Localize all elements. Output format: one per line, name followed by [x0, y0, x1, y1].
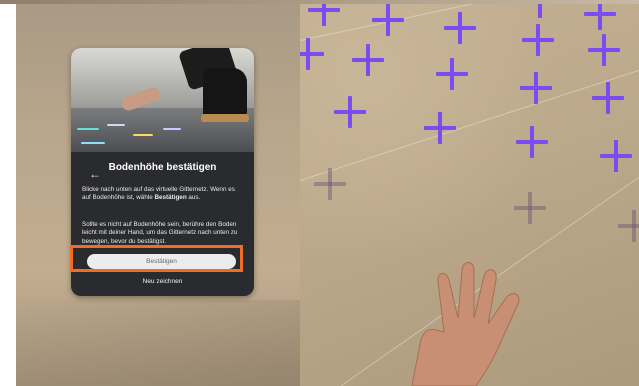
illustration-grid-line [107, 124, 125, 126]
illustration-grid-line [81, 142, 105, 144]
illustration-boot [203, 68, 247, 118]
grid-marker-icon [372, 4, 404, 36]
illustration-grid-line [77, 128, 99, 130]
instruction-paragraph-2: Sollte es nicht auf Bodenhöhe sein, berü… [82, 221, 238, 245]
grid-marker-icon [352, 44, 384, 76]
redraw-link[interactable]: Neu zeichnen [71, 278, 254, 285]
grid-marker-icon [520, 72, 552, 104]
user-hand [411, 262, 520, 386]
tutorial-illustration [71, 48, 254, 152]
top-edge [0, 0, 639, 4]
floor-shadow [16, 300, 300, 386]
grid-marker-icon [514, 192, 546, 224]
grid-marker-icon [592, 82, 624, 114]
grid-marker-icon [424, 112, 456, 144]
dialog-title: Bodenhöhe bestätigen [108, 162, 217, 173]
grid-marker-icon [444, 12, 476, 44]
grid-marker-icon [334, 96, 366, 128]
illustration-grid-line [133, 134, 153, 136]
confirm-button-highlight [70, 245, 243, 272]
illustration-grid-line [163, 128, 181, 130]
instruction-paragraph-1: Blicke nach unten auf das virtuelle Gitt… [82, 186, 244, 203]
grid-marker-icon [436, 58, 468, 90]
grid-marker-icon [314, 168, 346, 200]
grid-marker-icon [600, 140, 632, 172]
grid-marker-icon [516, 126, 548, 158]
illustration-boot-sole [201, 114, 249, 122]
left-frame-edge [0, 0, 16, 386]
arrow-left-icon: ← [89, 167, 101, 181]
grid-marker-icon [300, 38, 324, 70]
instruction-text-end: aus. [186, 194, 201, 202]
grid-marker-icon [522, 24, 554, 56]
instruction-bold-confirm: Bestätigen [154, 194, 187, 202]
grid-marker-icon [618, 210, 639, 242]
grid-marker-icon [584, 0, 616, 30]
grid-marker-icon [588, 34, 620, 66]
